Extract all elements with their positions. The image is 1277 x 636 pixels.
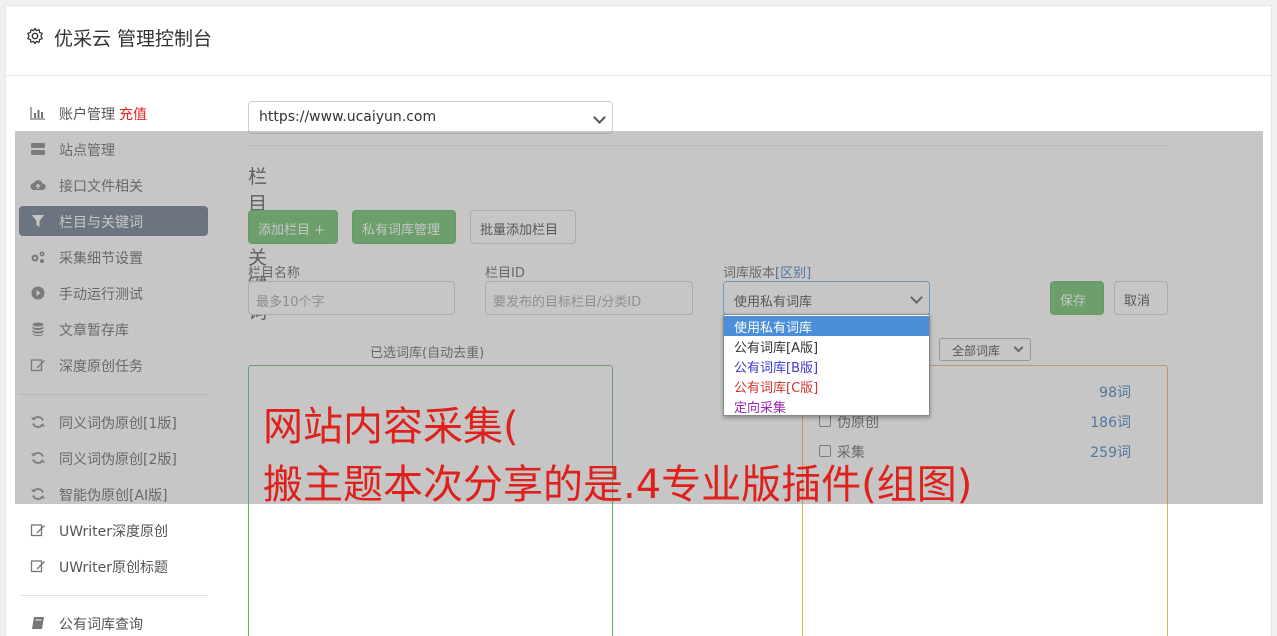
site-select[interactable]: https://www.ucaiyun.com: [248, 101, 613, 134]
dropdown-option[interactable]: 定向采集: [724, 396, 929, 416]
site-select-value: https://www.ucaiyun.com: [259, 109, 437, 125]
bar-chart-icon: [30, 107, 45, 120]
caption-line-2: 搬主题本次分享的是.4专业版插件(组图): [263, 462, 973, 508]
sidebar-item-account[interactable]: 账户管理 充值: [19, 98, 208, 128]
book-icon: [32, 617, 44, 629]
sidebar-item-uwriter-title[interactable]: UWriter原创标题: [19, 551, 208, 581]
console-title: 优采云 管理控制台: [54, 28, 213, 50]
gray-overlay: [15, 131, 1263, 504]
edit-icon: [30, 560, 45, 573]
sidebar-divider: [19, 595, 208, 596]
sidebar-item-label: UWriter原创标题: [59, 560, 168, 576]
sidebar-item-uwriter-deep[interactable]: UWriter深度原创: [19, 515, 208, 545]
sidebar-item-public-lib[interactable]: 公有词库查询: [19, 608, 208, 636]
dropdown-option[interactable]: 公有词库[C版]: [724, 376, 929, 396]
sidebar-item-label: UWriter深度原创: [59, 524, 168, 540]
header: 优采云 管理控制台: [6, 6, 1271, 76]
sidebar-item-label: 账户管理: [59, 107, 115, 123]
sidebar-item-label: 公有词库查询: [59, 617, 143, 633]
dropdown-option[interactable]: 使用私有词库: [724, 316, 929, 336]
edit-icon: [30, 524, 45, 537]
chevron-down-icon: [593, 111, 606, 124]
gear-icon: [27, 27, 43, 45]
caption-line-1: 网站内容采集(: [263, 404, 519, 450]
recharge-link[interactable]: 充值: [119, 107, 147, 123]
dropdown-option[interactable]: 公有词库[A版]: [724, 336, 929, 356]
dropdown-option[interactable]: 公有词库[B版]: [724, 356, 929, 376]
lib-version-dropdown[interactable]: 使用私有词库 公有词库[A版] 公有词库[B版] 公有词库[C版] 定向采集: [723, 314, 930, 416]
